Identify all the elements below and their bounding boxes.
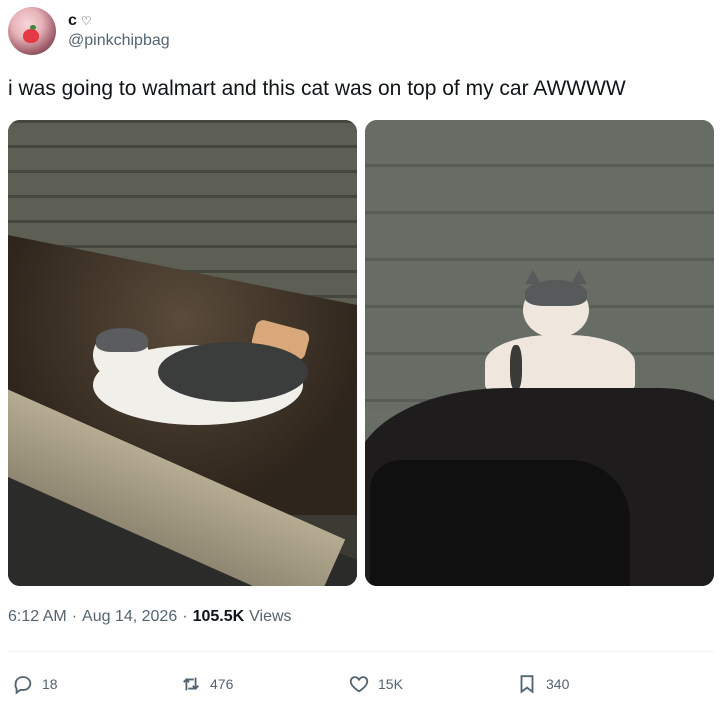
repost-count: 476 — [210, 676, 234, 692]
cat-head-patch — [96, 328, 148, 352]
like-count: 15K — [378, 676, 403, 692]
avatar-apple — [23, 29, 39, 43]
bookmark-button[interactable]: 340 — [516, 668, 569, 700]
tweet-time[interactable]: 6:12 AM — [8, 608, 67, 626]
meta-separator: · — [71, 608, 78, 625]
bookmark-count: 340 — [546, 676, 570, 692]
tweet-date[interactable]: Aug 14, 2026 — [82, 608, 177, 626]
heart-emoji: ♡ — [80, 14, 92, 28]
divider — [8, 651, 714, 652]
tweet-meta: 6:12 AM · Aug 14, 2026 · 105.5K Views — [8, 608, 292, 626]
action-bar: 18 476 15K 340 — [0, 668, 722, 700]
cat-patch — [158, 342, 308, 402]
cat-patch — [510, 345, 522, 390]
cat-ear — [525, 270, 541, 284]
views-label: Views — [249, 608, 292, 625]
car-window — [370, 460, 630, 586]
photo-cat-on-curb[interactable] — [8, 120, 357, 586]
meta-separator: · — [182, 608, 188, 625]
display-name[interactable]: c — [68, 11, 77, 31]
photo-cat-on-car[interactable] — [365, 120, 714, 586]
photo-grid — [8, 120, 714, 586]
like-button[interactable]: 15K — [348, 668, 403, 700]
cat-ear — [571, 270, 587, 284]
display-name-row[interactable]: c ♡ — [68, 11, 170, 31]
handle[interactable]: @pinkchipbag — [68, 31, 170, 51]
reply-button[interactable]: 18 — [12, 668, 58, 700]
avatar[interactable] — [8, 7, 56, 55]
tweet-text: i was going to walmart and this cat was … — [8, 77, 626, 100]
author-names: c ♡ @pinkchipbag — [68, 11, 170, 51]
repost-button[interactable]: 476 — [180, 668, 233, 700]
views-count: 105.5K — [192, 608, 245, 625]
reply-icon — [14, 676, 32, 695]
tweet-header: c ♡ @pinkchipbag — [8, 6, 170, 56]
repost-icon — [183, 677, 199, 691]
reply-count: 18 — [42, 676, 58, 692]
heart-icon — [349, 676, 369, 693]
bookmark-icon — [520, 675, 534, 694]
